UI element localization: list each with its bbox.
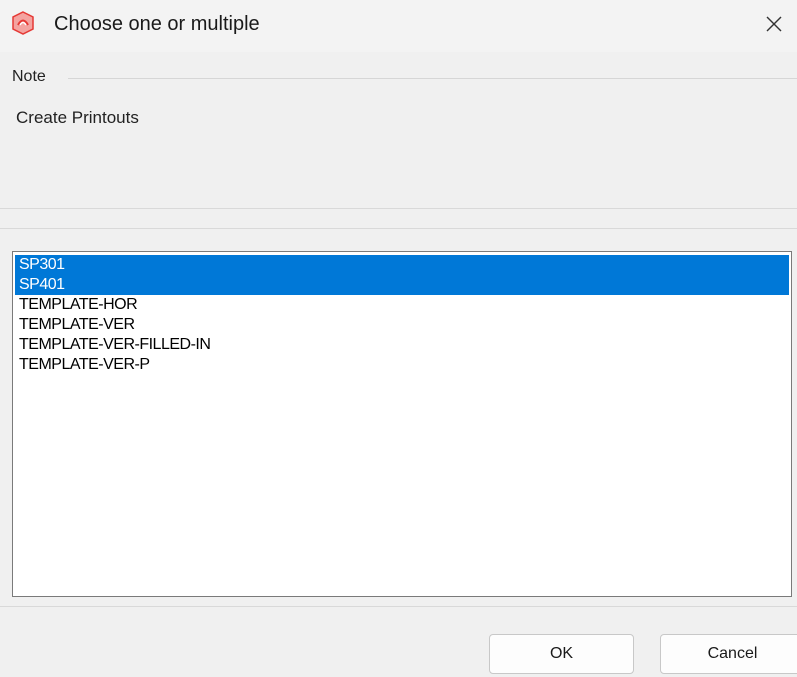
ok-button[interactable]: OK: [489, 634, 634, 674]
app-logo-icon: [10, 10, 36, 36]
close-icon: [765, 15, 783, 38]
cancel-button[interactable]: Cancel: [660, 634, 797, 674]
list-item[interactable]: TEMPLATE-VER-P: [15, 355, 789, 375]
window-title: Choose one or multiple: [54, 13, 260, 35]
list-item[interactable]: SP301: [15, 255, 789, 275]
list-item[interactable]: TEMPLATE-HOR: [15, 295, 789, 315]
list-item[interactable]: SP401: [15, 275, 789, 295]
note-legend: Note: [12, 68, 46, 85]
note-group-border: [68, 78, 797, 79]
note-group: Note Create Printouts: [0, 52, 797, 208]
list-item[interactable]: TEMPLATE-VER-FILLED-IN: [15, 335, 789, 355]
list-item[interactable]: TEMPLATE-VER: [15, 315, 789, 335]
divider: [0, 208, 797, 209]
close-button[interactable]: [751, 0, 797, 52]
title-bar: Choose one or multiple: [0, 0, 797, 52]
note-text: Create Printouts: [16, 108, 139, 127]
divider: [0, 228, 797, 229]
divider: [0, 606, 797, 607]
template-listbox[interactable]: SP301 SP401 TEMPLATE-HOR TEMPLATE-VER TEMPLA…: [12, 251, 792, 597]
